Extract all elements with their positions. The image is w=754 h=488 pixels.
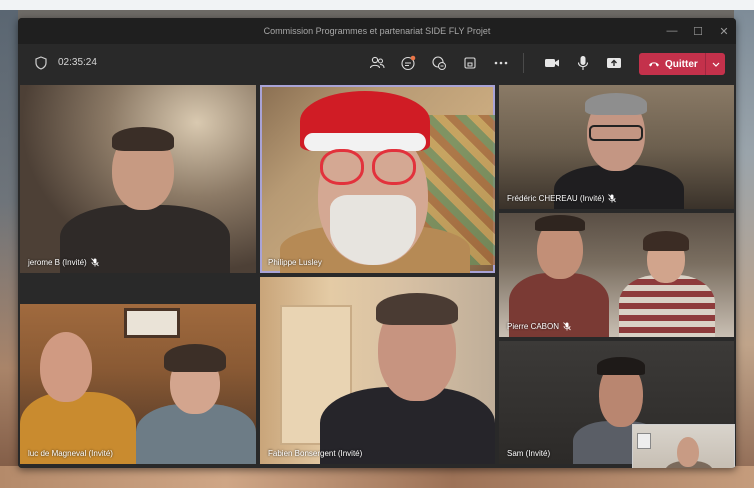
chevron-down-icon[interactable]: [705, 53, 725, 75]
participant-face: [677, 437, 699, 467]
mic-icon[interactable]: [567, 52, 598, 74]
toolbar-divider: [523, 53, 524, 73]
mic-muted-icon: [563, 322, 571, 331]
shield-icon[interactable]: [35, 56, 47, 70]
video-tile[interactable]: Frédéric CHEREAU (Invité): [499, 85, 734, 209]
video-grid: jerome B (Invité) Philippe Lusley Frédér…: [18, 82, 736, 468]
participant-name: Fabien Bonsergent (Invité): [268, 449, 363, 458]
desktop-background: [0, 0, 754, 10]
glasses: [320, 149, 364, 185]
hang-up-icon: [649, 62, 659, 67]
video-tile[interactable]: luc de Magneval (Invité): [20, 304, 256, 464]
window-title: Commission Programmes et partenariat SID…: [263, 26, 491, 36]
video-tile[interactable]: jerome B (Invité): [20, 85, 256, 273]
wall-picture: [124, 308, 180, 338]
share-icon[interactable]: [598, 52, 629, 74]
video-tile[interactable]: Pierre CABON: [499, 213, 734, 337]
camera-icon[interactable]: [536, 52, 567, 74]
desktop-wallpaper-right: [734, 10, 754, 488]
close-icon[interactable]: ✕: [718, 25, 730, 38]
reactions-icon[interactable]: [423, 52, 454, 74]
title-bar: Commission Programmes et partenariat SID…: [18, 18, 736, 44]
meeting-actions: [361, 52, 516, 74]
media-controls: [536, 52, 629, 74]
video-tile-active-speaker[interactable]: Philippe Lusley: [260, 85, 495, 273]
desktop-wallpaper-left: [0, 10, 18, 488]
maximize-icon[interactable]: ☐: [692, 25, 704, 38]
self-view-thumbnail[interactable]: [632, 424, 735, 468]
participants-icon[interactable]: [361, 52, 392, 74]
participant-name: Frédéric CHEREAU (Invité): [507, 194, 617, 203]
meeting-toolbar: 02:35:24 Quitter: [18, 44, 736, 82]
participant-name: Sam (Invité): [507, 449, 551, 458]
participant-name: luc de Magneval (Invité): [28, 449, 113, 458]
desktop-wallpaper-bottom: [0, 466, 754, 488]
leave-button[interactable]: Quitter: [639, 53, 725, 75]
video-tile[interactable]: Fabien Bonsergent (Invité): [260, 277, 495, 464]
glasses: [589, 125, 643, 141]
more-icon[interactable]: [485, 52, 516, 74]
window-controls: — ☐ ✕: [666, 18, 730, 44]
participant-name: Philippe Lusley: [268, 258, 322, 267]
mic-muted-icon: [608, 194, 617, 203]
chat-icon[interactable]: [392, 52, 423, 74]
meeting-window: Commission Programmes et partenariat SID…: [18, 18, 736, 468]
participant-name: Pierre CABON: [507, 322, 571, 331]
minimize-icon[interactable]: —: [666, 25, 678, 37]
mic-muted-icon: [90, 258, 99, 267]
leave-label: Quitter: [665, 58, 698, 70]
rooms-icon[interactable]: [454, 52, 485, 74]
participant-name: jerome B (Invité): [28, 258, 99, 267]
participant-face: [40, 332, 92, 402]
meeting-timer: 02:35:24: [58, 57, 97, 68]
